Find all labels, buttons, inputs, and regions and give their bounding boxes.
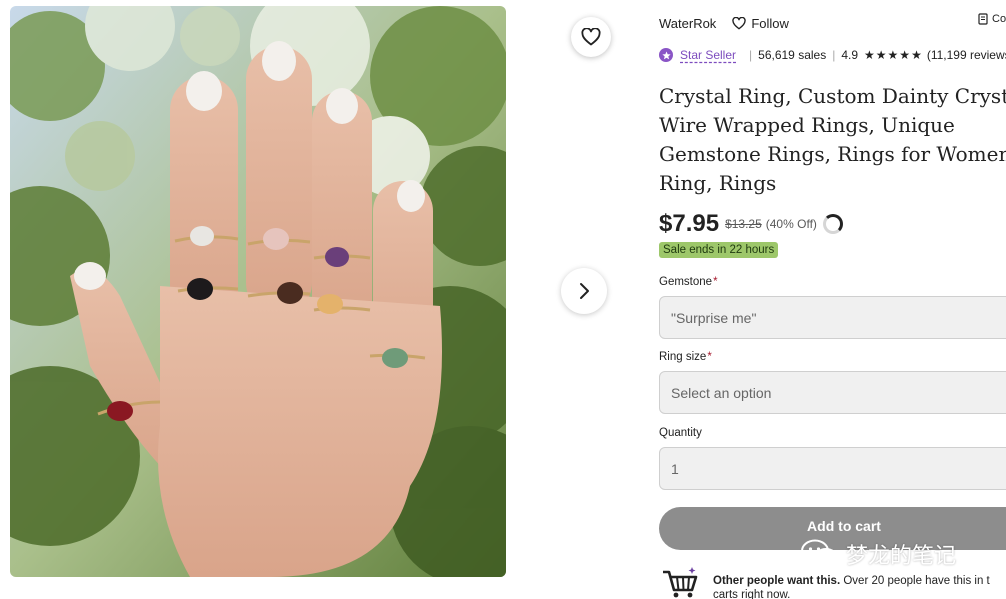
price-row: $7.95 $13.25 (40% Off) (659, 207, 843, 241)
title-line: Gemstone Rings, Rings for Women (659, 142, 1006, 166)
favorite-button[interactable] (571, 17, 611, 57)
gemstone-value: "Surprise me" (671, 309, 757, 326)
shop-row: WaterRok Follow (659, 14, 789, 32)
quantity-select[interactable]: 1 (659, 447, 1006, 490)
required-marker: * (707, 351, 712, 363)
title-line: Crystal Ring, Custom Dainty Crysta (659, 84, 1006, 108)
hand-with-rings-image (10, 6, 506, 577)
ring-size-label-text: Ring size (659, 351, 707, 363)
gemstone-input[interactable]: "Surprise me" (659, 296, 1006, 339)
document-icon (978, 13, 988, 25)
title-line: Ring, Rings (659, 171, 777, 195)
next-image-button[interactable] (561, 268, 607, 314)
heart-outline-icon (732, 16, 747, 29)
demand-detail-line2: carts right now. (713, 589, 791, 599)
quantity-value: 1 (671, 460, 679, 477)
seller-rating-row: Star Seller | 56,619 sales | 4.9 ★★★★★ (… (659, 46, 1006, 64)
wechat-logo-icon (801, 539, 838, 568)
star-seller-badge-icon (659, 48, 673, 62)
required-marker: * (713, 276, 718, 288)
star-seller-link[interactable]: Star Seller (680, 48, 736, 62)
follow-button[interactable]: Follow (732, 16, 789, 31)
contact-label: Co (992, 13, 1006, 25)
demand-notice: Other people want this. Over 20 people h… (713, 574, 990, 599)
demand-headline: Other people want this. (713, 575, 841, 587)
original-price: $13.25 (725, 217, 762, 231)
gemstone-label: Gemstone* (659, 276, 718, 288)
rating-stars-icon: ★★★★★ (864, 48, 923, 62)
rating-score: 4.9 (841, 48, 859, 62)
discount-label: (40% Off) (765, 217, 817, 231)
ring-size-select[interactable]: Select an option (659, 371, 1006, 414)
divider: | (749, 48, 753, 62)
reviews-link[interactable]: (11,199 reviews (927, 48, 1006, 62)
sale-price: $7.95 (659, 210, 720, 237)
heart-outline-icon (581, 28, 601, 46)
divider: | (832, 48, 836, 62)
quantity-label: Quantity (659, 427, 702, 439)
sale-ends-badge: Sale ends in 22 hours (659, 242, 779, 258)
ring-size-placeholder: Select an option (671, 384, 772, 401)
shopping-cart-icon (663, 567, 698, 598)
sales-count: 56,619 sales (758, 48, 827, 62)
title-line: Wire Wrapped Rings, Unique (659, 113, 955, 137)
shop-name-link[interactable]: WaterRok (659, 16, 716, 31)
follow-label: Follow (751, 15, 789, 31)
product-photo[interactable] (10, 6, 506, 577)
loading-spinner-icon (822, 214, 843, 234)
demand-detail: Over 20 people have this in t (840, 575, 990, 587)
watermark-text: 梦龙的笔记 (846, 544, 957, 569)
wechat-watermark: 梦龙的笔记 (800, 538, 956, 570)
contact-shop-link[interactable]: Co (978, 13, 1006, 25)
product-title: Crystal Ring, Custom Dainty Crysta Wire … (659, 82, 1006, 198)
ring-size-label: Ring size* (659, 351, 712, 363)
chevron-right-icon (580, 283, 589, 299)
gemstone-label-text: Gemstone (659, 276, 713, 288)
